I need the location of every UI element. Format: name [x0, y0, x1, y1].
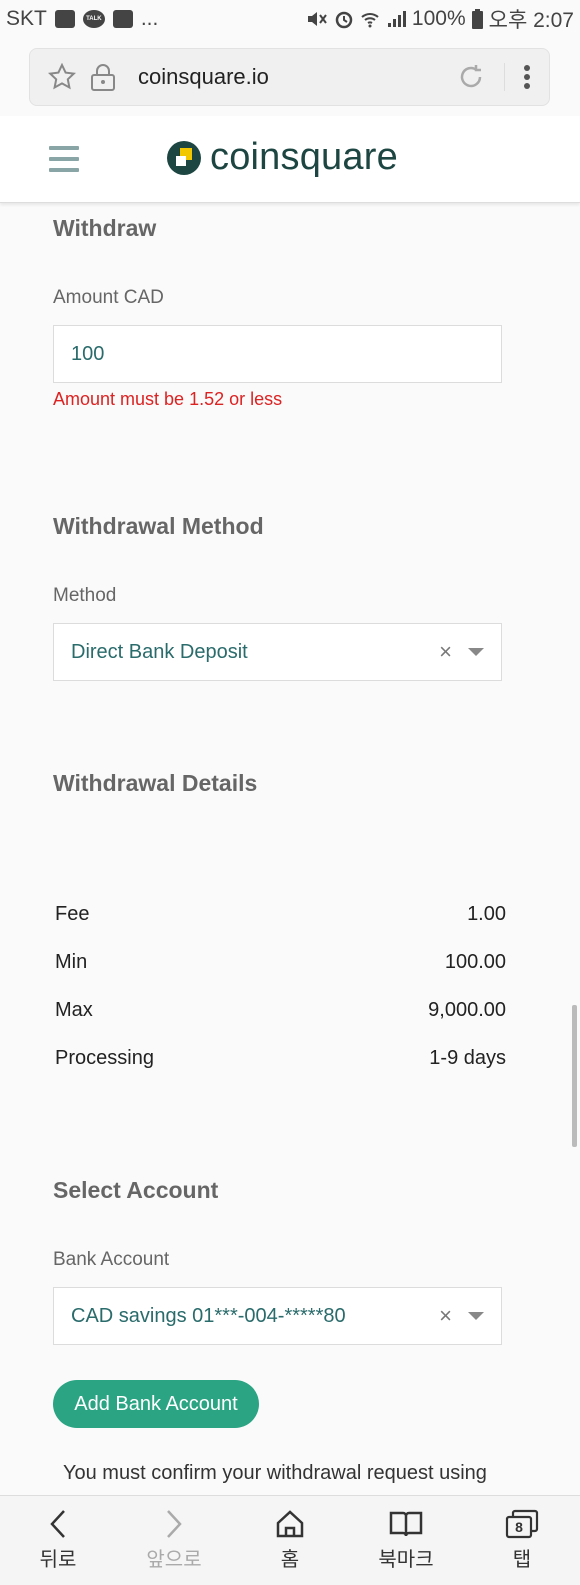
- mute-icon: [307, 12, 327, 26]
- nav-bookmarks-label: 북마크: [378, 1549, 434, 1571]
- amount-label: Amount CAD: [53, 287, 164, 308]
- bank-account-value: CAD savings 01***-004-*****80: [71, 1304, 346, 1327]
- overflow-menu-icon[interactable]: [523, 64, 531, 90]
- method-label: Method: [53, 585, 117, 606]
- status-bar: SKT TALK ... 100% 오후 2:07: [0, 0, 580, 38]
- amount-input[interactable]: 100: [53, 325, 502, 383]
- folder-icon: [112, 10, 133, 28]
- tab-count: 8: [515, 1519, 523, 1535]
- nav-tabs-label: 탭: [512, 1549, 532, 1571]
- detail-row-processing: Processing 1-9 days: [55, 1047, 506, 1070]
- alarm-icon: [335, 11, 353, 29]
- home-icon: [276, 1510, 304, 1538]
- confirmation-note: You must confirm your withdrawal request…: [63, 1462, 487, 1484]
- url-text[interactable]: coinsquare.io: [138, 64, 269, 90]
- detail-value: 9,000.00: [428, 999, 506, 1021]
- nav-forward-label: 앞으로: [146, 1549, 202, 1571]
- chevron-down-icon[interactable]: [468, 1312, 484, 1320]
- nav-home[interactable]: 홈: [232, 1496, 348, 1585]
- withdraw-heading: Withdraw: [53, 215, 157, 241]
- nav-back[interactable]: 뒤로: [0, 1496, 116, 1585]
- browser-bottom-nav: 뒤로 앞으로 홈 북마크 8 탭: [0, 1495, 580, 1585]
- lock-icon: [91, 64, 115, 91]
- amount-value: 100: [71, 342, 105, 365]
- browser-toolbar: coinsquare.io: [0, 38, 580, 116]
- forward-icon: [167, 1510, 182, 1538]
- detail-label: Min: [55, 951, 88, 973]
- coinsquare-logo[interactable]: coinsquare: [166, 136, 398, 179]
- site-header: coinsquare: [0, 116, 580, 203]
- reload-icon[interactable]: [456, 62, 486, 92]
- bookmarks-icon: [389, 1511, 423, 1537]
- method-select[interactable]: Direct Bank Deposit ×: [53, 623, 502, 681]
- detail-value: 100.00: [444, 951, 506, 973]
- more-notifications: ...: [140, 7, 159, 30]
- withdrawal-details-heading: Withdrawal Details: [53, 770, 258, 796]
- nav-tabs[interactable]: 8 탭: [464, 1496, 580, 1585]
- nav-home-label: 홈: [280, 1549, 300, 1571]
- detail-label: Fee: [55, 903, 90, 925]
- detail-row-fee: Fee 1.00: [55, 903, 506, 926]
- tabs-icon: 8: [505, 1509, 539, 1539]
- logo-mark-icon: [167, 140, 201, 175]
- scrollbar[interactable]: [572, 1005, 577, 1147]
- detail-value: 1.00: [467, 903, 506, 925]
- select-account-heading: Select Account: [53, 1177, 219, 1203]
- url-bar[interactable]: coinsquare.io: [29, 48, 550, 106]
- battery-percent: 100%: [411, 7, 466, 30]
- toolbar-divider: [504, 63, 505, 91]
- signal-icon: [387, 11, 406, 27]
- withdrawal-method-heading: Withdrawal Method: [53, 513, 264, 539]
- talk-icon: TALK: [82, 10, 105, 28]
- battery-icon: [471, 9, 483, 29]
- star-icon[interactable]: [48, 63, 76, 91]
- hamburger-menu-icon[interactable]: [49, 146, 79, 172]
- clear-method-icon[interactable]: ×: [439, 639, 452, 665]
- detail-label: Max: [55, 999, 93, 1021]
- clock: 오후 2:07: [488, 9, 574, 32]
- withdraw-form: Withdraw Amount CAD 100 Amount must be 1…: [0, 203, 580, 1495]
- add-bank-account-button[interactable]: Add Bank Account: [53, 1380, 259, 1428]
- detail-row-max: Max 9,000.00: [55, 999, 506, 1022]
- detail-row-min: Min 100.00: [55, 951, 506, 974]
- bank-account-label: Bank Account: [53, 1249, 170, 1270]
- clear-account-icon[interactable]: ×: [439, 1303, 452, 1329]
- logo-text: coinsquare: [210, 136, 398, 178]
- detail-value: 1-9 days: [429, 1047, 506, 1069]
- gallery-icon: [54, 10, 75, 28]
- carrier-label: SKT: [6, 7, 47, 30]
- detail-label: Processing: [55, 1047, 154, 1069]
- bank-account-select[interactable]: CAD savings 01***-004-*****80 ×: [53, 1287, 502, 1345]
- nav-bookmarks[interactable]: 북마크: [348, 1496, 464, 1585]
- nav-forward[interactable]: 앞으로: [116, 1496, 232, 1585]
- method-value: Direct Bank Deposit: [71, 640, 248, 663]
- wifi-icon: [361, 13, 379, 28]
- chevron-down-icon[interactable]: [468, 648, 484, 656]
- amount-error: Amount must be 1.52 or less: [53, 389, 283, 409]
- back-icon: [50, 1510, 65, 1538]
- nav-back-label: 뒤로: [39, 1549, 77, 1571]
